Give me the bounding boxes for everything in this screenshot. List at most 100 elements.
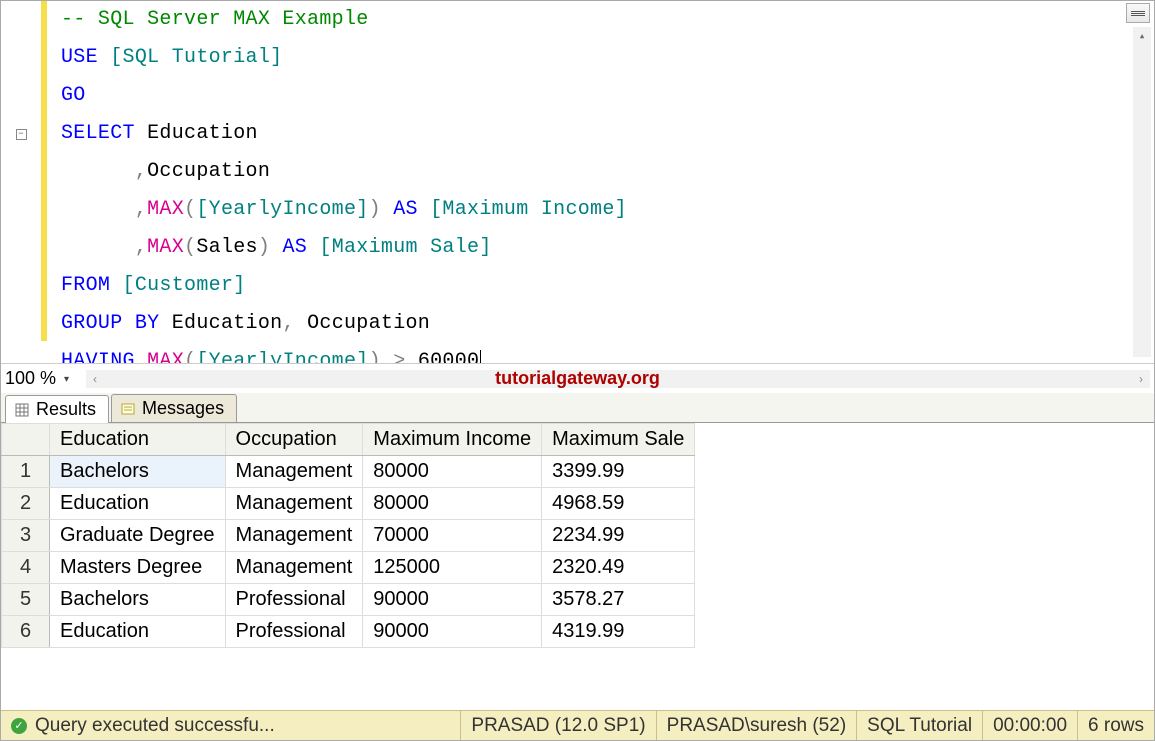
table-row[interactable]: 5BachelorsProfessional900003578.27 [2,584,695,616]
alias-maxsale: [Maximum Sale] [319,236,491,259]
paren: ) [369,350,381,363]
cell[interactable]: 125000 [363,552,542,584]
cell[interactable]: Management [225,552,363,584]
editor-gutter: − [1,1,41,363]
status-user: PRASAD\suresh (52) [656,711,857,740]
col-yearly: [YearlyIncome] [196,350,368,363]
tab-results[interactable]: Results [5,395,109,423]
row-number[interactable]: 6 [2,616,50,648]
split-handle-icon[interactable] [1126,3,1150,23]
table-row[interactable]: 4Masters DegreeManagement1250002320.49 [2,552,695,584]
results-grid[interactable]: Education Occupation Maximum Income Maxi… [1,423,695,648]
comma: , [135,160,147,183]
code-content[interactable]: -- SQL Server MAX Example USE [SQL Tutor… [41,1,1154,363]
status-message: ✓ Query executed successfu... [1,711,460,740]
comma: , [282,312,294,335]
row-number[interactable]: 4 [2,552,50,584]
kw-from: FROM [61,274,110,297]
table-row[interactable]: 1BachelorsManagement800003399.99 [2,456,695,488]
paren: ) [369,198,381,221]
kw-go: GO [61,84,86,107]
row-number[interactable]: 3 [2,520,50,552]
table-row[interactable]: 6EducationProfessional900004319.99 [2,616,695,648]
text-cursor [480,350,481,363]
kw-select: SELECT [61,122,135,145]
cell[interactable]: 2234.99 [542,520,695,552]
kw-group: GROUP [61,312,123,335]
cell[interactable]: Education [50,616,226,648]
cell[interactable]: 2320.49 [542,552,695,584]
row-number[interactable]: 2 [2,488,50,520]
cell[interactable]: Professional [225,616,363,648]
cell[interactable]: 3399.99 [542,456,695,488]
status-bar: ✓ Query executed successfu... PRASAD (12… [1,710,1154,740]
cell[interactable]: 80000 [363,488,542,520]
success-icon: ✓ [11,718,27,734]
status-time: 00:00:00 [982,711,1077,740]
col-education: Education [147,122,258,145]
cell[interactable]: 4319.99 [542,616,695,648]
paren: ( [184,236,196,259]
cell[interactable]: Management [225,488,363,520]
zoom-bar: 100 % ▾ ‹ › tutorialgateway.org [1,363,1154,393]
cell[interactable]: Masters Degree [50,552,226,584]
tbl-customer: [Customer] [123,274,246,297]
op-gt: > [393,350,405,363]
sql-editor[interactable]: − -- SQL Server MAX Example USE [SQL Tut… [1,1,1154,363]
col-header[interactable]: Occupation [225,424,363,456]
cell[interactable]: Management [225,456,363,488]
zoom-dropdown-icon[interactable]: ▾ [64,372,82,385]
kw-use: USE [61,46,98,69]
kw-having: HAVING [61,350,135,363]
cell[interactable]: Professional [225,584,363,616]
vertical-scrollbar[interactable]: ▴ [1133,27,1151,357]
cell[interactable]: Education [50,488,226,520]
cell[interactable]: 80000 [363,456,542,488]
cell[interactable]: Graduate Degree [50,520,226,552]
zoom-level: 100 % [1,368,64,389]
tab-messages-label: Messages [142,398,224,419]
col-header[interactable]: Maximum Income [363,424,542,456]
col-education: Education [172,312,283,335]
col-header[interactable]: Education [50,424,226,456]
scroll-left-icon[interactable]: ‹ [86,372,104,386]
tab-results-label: Results [36,399,96,420]
cell[interactable]: 4968.59 [542,488,695,520]
status-text: Query executed successfu... [35,715,275,737]
cell[interactable]: Bachelors [50,456,226,488]
cell[interactable]: Management [225,520,363,552]
col-yearly: [YearlyIncome] [196,198,368,221]
cell[interactable]: 70000 [363,520,542,552]
grid-header-row: Education Occupation Maximum Income Maxi… [2,424,695,456]
row-number[interactable]: 5 [2,584,50,616]
grid-icon [14,402,30,418]
change-marker [41,1,47,341]
status-rowcount: 6 rows [1077,711,1154,740]
paren: ( [184,350,196,363]
status-server: PRASAD (12.0 SP1) [460,711,655,740]
comma: , [135,198,147,221]
cell[interactable]: 90000 [363,616,542,648]
results-tabs: Results Messages [1,393,1154,423]
fn-max: MAX [147,198,184,221]
comma: , [135,236,147,259]
col-occupation: Occupation [307,312,430,335]
rownum-header [2,424,50,456]
row-number[interactable]: 1 [2,456,50,488]
table-row[interactable]: 2EducationManagement800004968.59 [2,488,695,520]
fold-toggle-icon[interactable]: − [16,129,27,140]
status-database: SQL Tutorial [856,711,982,740]
scroll-up-icon[interactable]: ▴ [1133,27,1151,45]
cell[interactable]: Bachelors [50,584,226,616]
table-row[interactable]: 3Graduate DegreeManagement700002234.99 [2,520,695,552]
lit-db: [SQL Tutorial] [110,46,282,69]
cell[interactable]: 90000 [363,584,542,616]
col-sales: Sales [196,236,258,259]
cell[interactable]: 3578.27 [542,584,695,616]
scroll-right-icon[interactable]: › [1132,372,1150,386]
results-grid-area[interactable]: Education Occupation Maximum Income Maxi… [1,423,1154,710]
col-header[interactable]: Maximum Sale [542,424,695,456]
tab-messages[interactable]: Messages [111,394,237,422]
paren: ) [258,236,270,259]
watermark-text: tutorialgateway.org [495,368,660,389]
